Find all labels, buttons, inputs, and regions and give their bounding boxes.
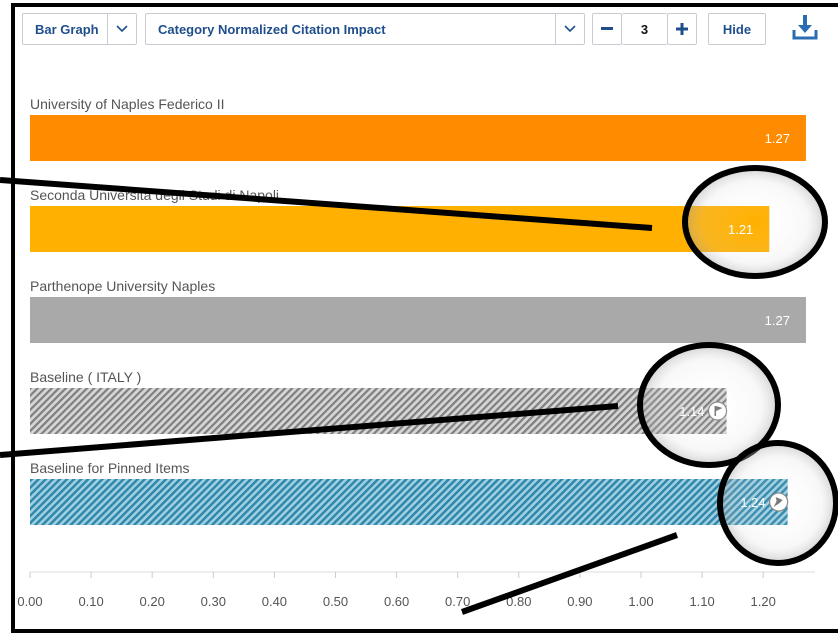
x-tick-label: 0.20 — [140, 594, 165, 609]
bar-category-label: Parthenope University Naples — [30, 278, 215, 294]
x-tick-label: 0.90 — [567, 594, 592, 609]
x-tick-label: 0.10 — [78, 594, 103, 609]
x-tick-label: 0.60 — [384, 594, 409, 609]
bar-chart: University of Naples Federico II1.27Seco… — [0, 96, 838, 615]
bar-category-label: Baseline ( ITALY ) — [30, 369, 141, 385]
bar-category-label: University of Naples Federico II — [30, 96, 225, 112]
bar-value-label: 1.27 — [765, 131, 790, 146]
annotation-circle — [717, 440, 838, 566]
bar-category-label: Baseline for Pinned Items — [30, 460, 190, 476]
x-tick-label: 1.00 — [628, 594, 653, 609]
x-tick-label: 0.30 — [201, 594, 226, 609]
annotation-circle — [682, 165, 828, 279]
x-tick-label: 0.50 — [323, 594, 348, 609]
bar[interactable] — [30, 115, 806, 161]
x-tick-label: 0.70 — [445, 594, 470, 609]
bar[interactable] — [30, 479, 788, 525]
x-tick-label: 0.00 — [17, 594, 42, 609]
x-tick-label: 0.40 — [262, 594, 287, 609]
x-tick-label: 1.20 — [751, 594, 776, 609]
x-tick-label: 1.10 — [689, 594, 714, 609]
bar[interactable] — [30, 297, 806, 343]
bar[interactable] — [30, 206, 770, 252]
bar-value-label: 1.27 — [765, 313, 790, 328]
